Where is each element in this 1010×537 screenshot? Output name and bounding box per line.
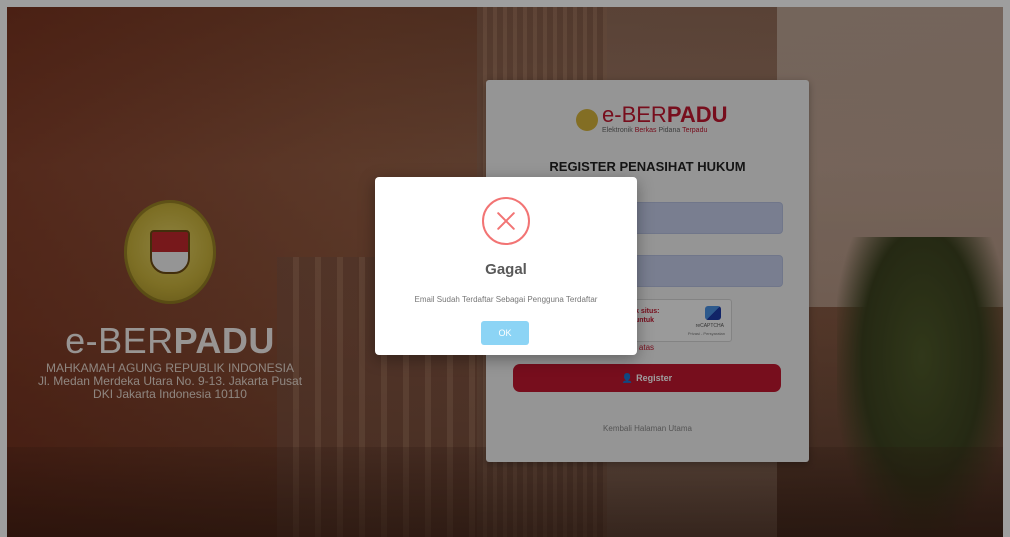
error-x-icon — [482, 197, 530, 245]
ok-button[interactable]: OK — [481, 321, 529, 345]
error-dialog: Gagal Email Sudah Terdaftar Sebagai Peng… — [375, 177, 637, 355]
dialog-message: Email Sudah Terdaftar Sebagai Pengguna T… — [414, 295, 598, 304]
dialog-title: Gagal — [485, 261, 527, 278]
